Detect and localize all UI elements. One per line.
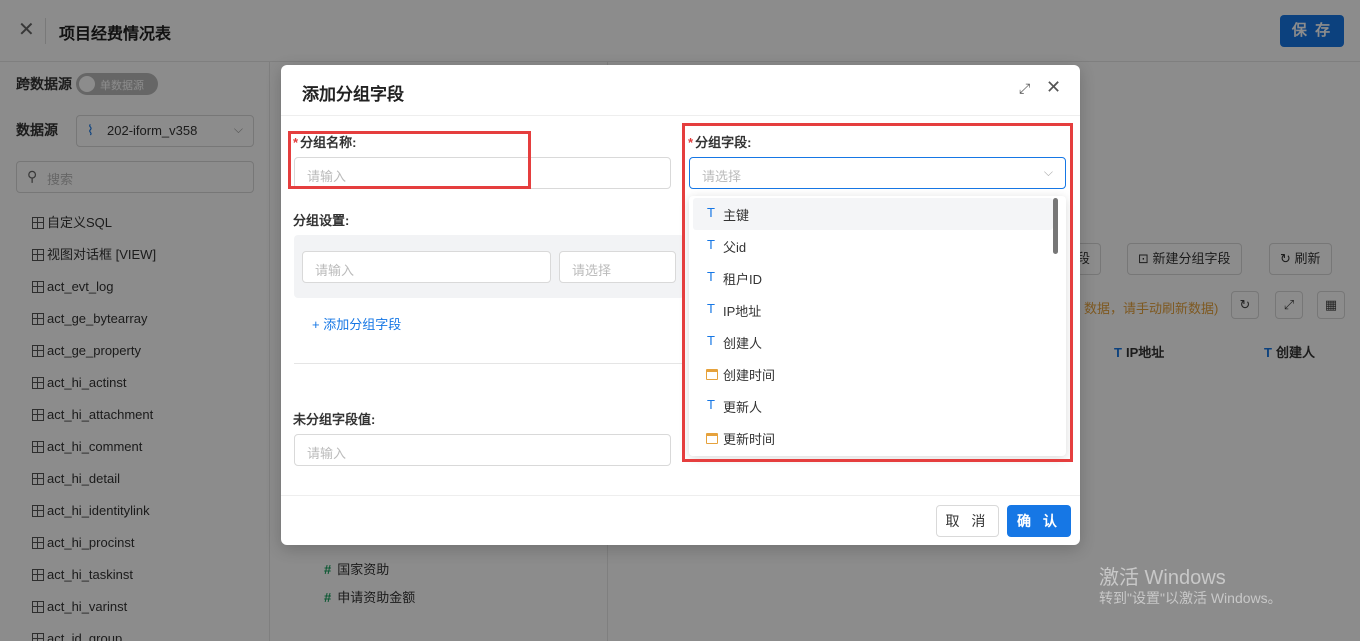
highlight-box (288, 131, 531, 189)
close-icon[interactable]: ✕ (1046, 77, 1061, 98)
divider (294, 363, 684, 364)
highlight-box (682, 123, 1073, 462)
activation-watermark-subtitle: 转到"设置"以激活 Windows。 (1099, 590, 1282, 606)
ungrouped-value-input[interactable]: 请输入 (294, 434, 671, 466)
settings-field-select[interactable]: 请选择 (559, 251, 676, 283)
group-settings-row: 请输入 请选择 (294, 235, 684, 298)
dialog-footer: 取 消 确 认 (281, 495, 1080, 545)
group-settings-label: 分组设置: (293, 213, 350, 228)
app: ✕ 项目经费情况表 保 存 跨数据源 单数据源 数据源 ⌇ 202-iform_… (0, 0, 1360, 641)
placeholder: 请选择 (572, 263, 612, 278)
confirm-button[interactable]: 确 认 (1007, 505, 1071, 537)
activation-watermark-title: 激活 Windows (1099, 567, 1226, 589)
cancel-button[interactable]: 取 消 (936, 505, 999, 537)
ungrouped-value-label: 未分组字段值: (293, 412, 376, 427)
dialog-header: 添加分组字段 ⤢ ✕ (281, 65, 1080, 116)
maximize-icon[interactable]: ⤢ (1019, 80, 1030, 97)
settings-value-input[interactable]: 请输入 (302, 251, 551, 283)
add-group-field-link[interactable]: + 添加分组字段 (312, 314, 401, 333)
placeholder: 请输入 (315, 263, 355, 278)
dialog-title: 添加分组字段 (302, 85, 404, 104)
placeholder: 请输入 (307, 446, 347, 461)
